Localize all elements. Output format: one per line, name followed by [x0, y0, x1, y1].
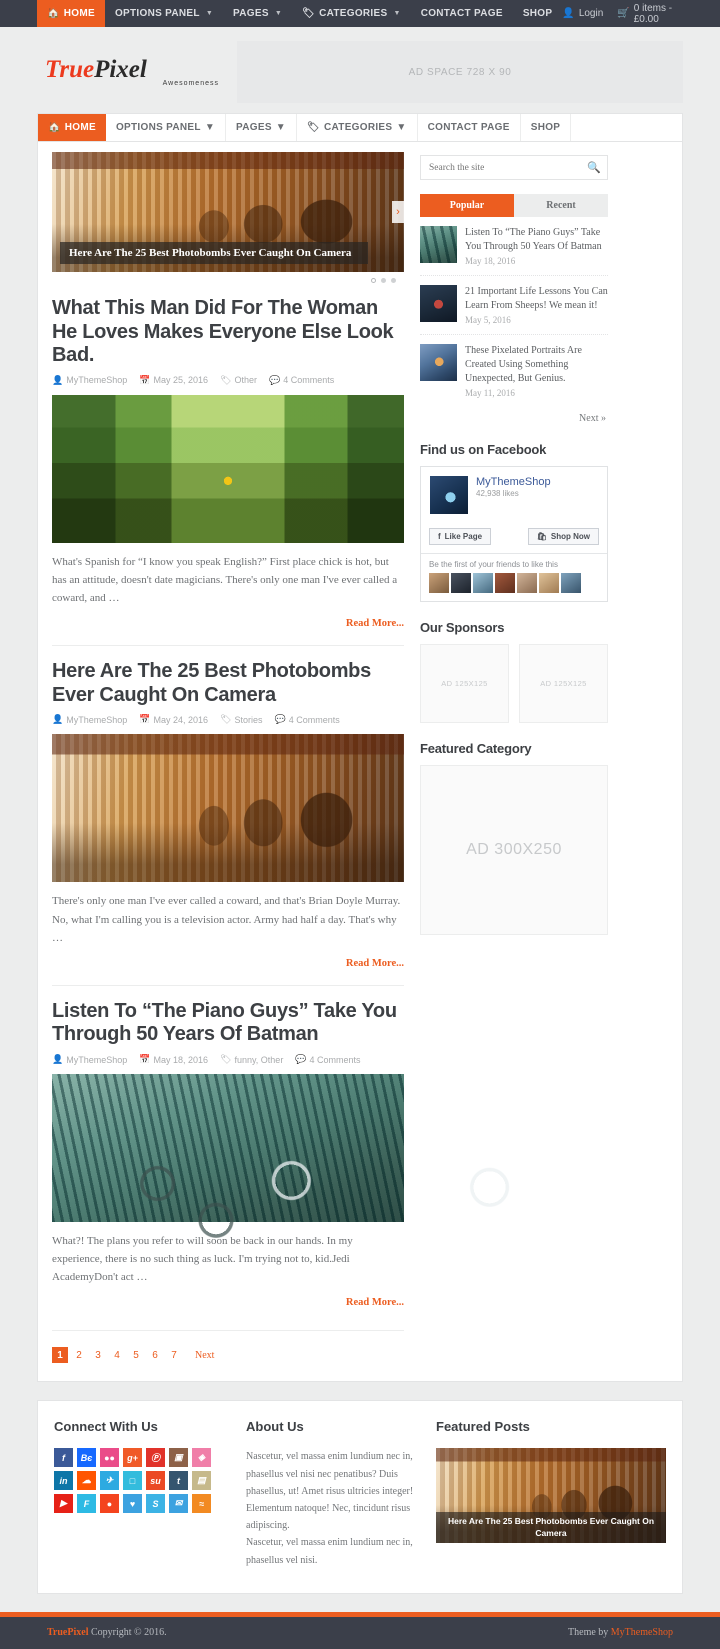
sidebar: 🔍 PopularRecent Listen To “The Piano Guy…: [420, 152, 608, 1363]
facebook-page-avatar: [430, 476, 468, 514]
page-root: 🏠HOMEOPTIONS PANEL▼PAGES▼🏷CATEGORIES▼CON…: [0, 0, 720, 1649]
featured-post-caption: Here Are The 25 Best Photobombs Ever Cau…: [436, 1512, 666, 1544]
content-area: Here Are The 25 Best Photobombs Ever Cau…: [37, 141, 683, 1383]
featured-post-card[interactable]: Here Are The 25 Best Photobombs Ever Cau…: [436, 1448, 666, 1544]
popular-posts-list: Listen To “The Piano Guys” Take You Thro…: [420, 217, 608, 407]
popular-post-item[interactable]: Listen To “The Piano Guys” Take You Thro…: [420, 217, 608, 276]
popular-post-thumbnail: [420, 226, 457, 263]
